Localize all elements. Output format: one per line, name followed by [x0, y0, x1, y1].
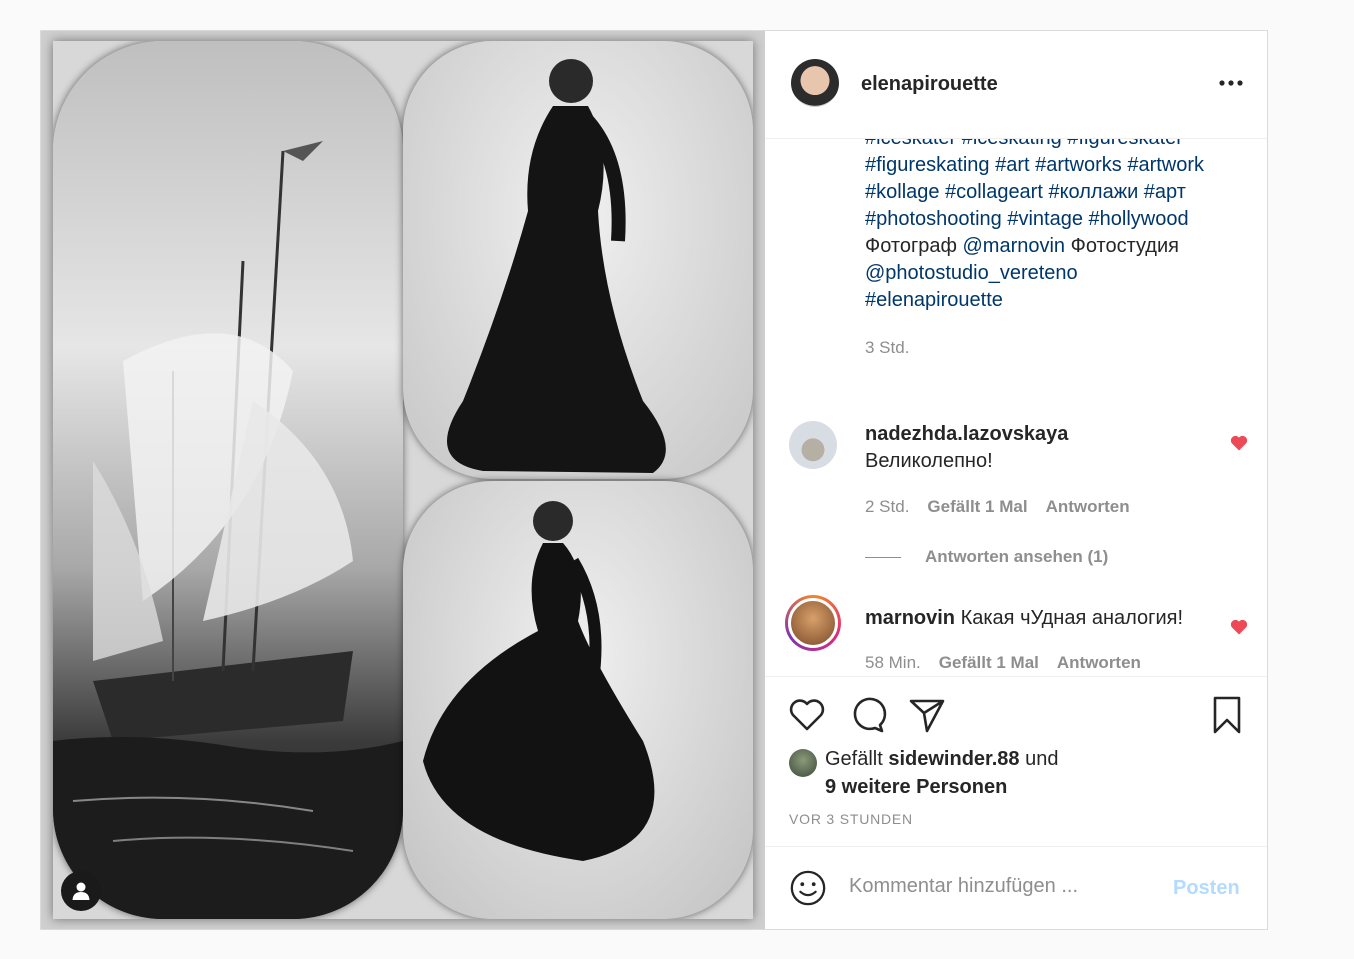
comments-list[interactable]: #iceskater #iceskating #figureskater #fi… [765, 139, 1267, 677]
add-comment-bar: Posten [765, 847, 1267, 929]
comment-time[interactable]: 58 Min. [865, 653, 921, 673]
comment-body: nadezhda.lazovskaya Великолепно! [865, 421, 1225, 475]
caption-line[interactable]: #iceskater #iceskating #figureskater [865, 139, 1255, 152]
more-horizontal-icon [1219, 80, 1243, 86]
caption-text: Фотограф [865, 235, 963, 257]
post-actions: Gefällt sidewinder.88 und 9 weitere Pers… [765, 677, 1267, 847]
mention-link[interactable]: @photostudio_vereteno [865, 260, 1255, 287]
post-media[interactable] [41, 31, 765, 929]
caption-time[interactable]: 3 Std. [865, 334, 1255, 361]
comment-likes[interactable]: Gefällt 1 Mal [939, 653, 1039, 673]
owner-avatar[interactable] [791, 59, 839, 107]
caption-line[interactable]: #figureskating #art #artworks #artwork [865, 152, 1255, 179]
liker-username[interactable]: sidewinder.88 [888, 748, 1019, 770]
ship-illustration [53, 141, 403, 919]
ship-painting-panel [53, 41, 403, 919]
dress-photo-twirl [403, 481, 753, 919]
caption-text: Фотостудия [1065, 235, 1179, 257]
bookmark-icon[interactable] [1207, 695, 1247, 735]
likes-prefix: Gefällt [825, 748, 889, 770]
caption-line[interactable]: #photoshooting #vintage #hollywood [865, 206, 1255, 233]
comment-username[interactable]: marnovin [865, 607, 955, 629]
view-replies-button[interactable]: Antworten ansehen (1) [865, 547, 1108, 567]
commenter-avatar [788, 598, 838, 648]
likes-text: Gefällt sidewinder.88 und 9 weitere Pers… [825, 745, 1225, 801]
share-icon[interactable] [907, 695, 947, 735]
emoji-icon[interactable] [789, 869, 827, 907]
woman-twirling-illustration [423, 501, 655, 861]
comment-time[interactable]: 2 Std. [865, 497, 909, 517]
comment-meta: 58 Min. Gefällt 1 Mal Antworten [865, 653, 1141, 673]
liker-avatar[interactable] [789, 749, 817, 777]
post-comment-button[interactable]: Posten [1173, 877, 1240, 900]
heart-filled-icon[interactable] [1229, 433, 1249, 453]
owner-username[interactable]: elenapirouette [861, 73, 998, 96]
dress-photo-back [403, 41, 753, 479]
reply-button[interactable]: Antworten [1057, 653, 1141, 673]
mention-link[interactable]: @marnovin [963, 235, 1066, 257]
caption-line: Фотограф @marnovin Фотостудия [865, 233, 1255, 260]
woman-in-gown-illustration [447, 59, 666, 473]
comment-username[interactable]: nadezhda.lazovskaya [865, 421, 1225, 448]
user-icon [72, 882, 90, 900]
post-timestamp[interactable]: VOR 3 STUNDEN [789, 811, 913, 827]
hashtag-link[interactable]: #elenapirouette [865, 287, 1255, 314]
view-replies-label: Antworten ansehen (1) [925, 547, 1109, 566]
comment-text: Какая чУдная аналогия! [960, 607, 1184, 629]
post-card: elenapirouette #iceskater #iceskating #f… [40, 30, 1268, 930]
post-header: elenapirouette [765, 31, 1267, 139]
comment-input[interactable] [849, 875, 1149, 898]
comment-icon[interactable] [847, 695, 887, 735]
story-ring[interactable] [785, 595, 841, 651]
tagged-users-button[interactable] [61, 871, 101, 911]
reply-button[interactable]: Antworten [1046, 497, 1130, 517]
comment-meta: 2 Std. Gefällt 1 Mal Antworten [865, 497, 1130, 517]
other-likers-link[interactable]: 9 weitere Personen [825, 776, 1007, 798]
comment-likes[interactable]: Gefällt 1 Mal [927, 497, 1027, 517]
heart-icon[interactable] [787, 695, 827, 735]
likes-mid: und [1019, 748, 1059, 770]
more-options-button[interactable] [1219, 67, 1243, 93]
comment-body: marnovin Какая чУдная аналогия! [865, 605, 1225, 632]
heart-filled-icon[interactable] [1229, 617, 1249, 637]
collage-image [53, 41, 753, 919]
divider-line [865, 556, 901, 558]
commenter-avatar[interactable] [789, 421, 837, 469]
post-caption: #iceskater #iceskating #figureskater #fi… [865, 139, 1255, 361]
comment-text: Великолепно! [865, 450, 993, 472]
post-sidebar: elenapirouette #iceskater #iceskating #f… [765, 31, 1267, 929]
caption-line[interactable]: #kollage #collageart #коллажи #арт [865, 179, 1255, 206]
